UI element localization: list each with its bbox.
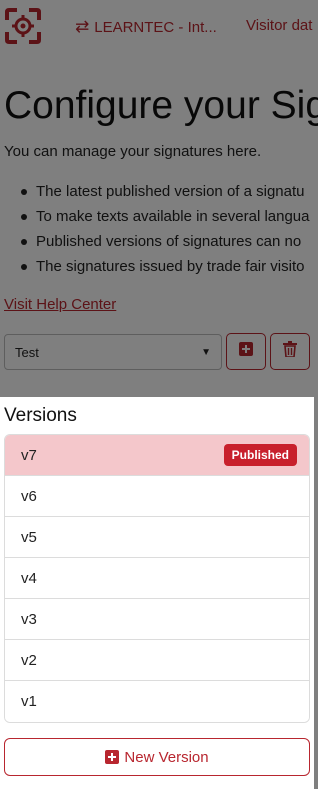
new-version-label: New Version (124, 748, 209, 766)
version-label: v6 (21, 487, 37, 505)
new-version-button[interactable]: New Version (4, 738, 310, 776)
version-label: v7 (21, 446, 37, 464)
version-row-v1[interactable]: v1 (5, 681, 309, 722)
version-label: v4 (21, 569, 37, 587)
version-label: v3 (21, 610, 37, 628)
version-row-v2[interactable]: v2 (5, 640, 309, 681)
version-row-v6[interactable]: v6 (5, 476, 309, 517)
version-label: v2 (21, 651, 37, 669)
version-label: v1 (21, 693, 37, 710)
version-label: v5 (21, 528, 37, 546)
version-row-v3[interactable]: v3 (5, 599, 309, 640)
version-row-v5[interactable]: v5 (5, 517, 309, 558)
versions-title: Versions (4, 405, 77, 426)
published-badge: Published (223, 444, 297, 466)
versions-panel: Versions v7 Published v6 v5 v4 v3 v2 v1 (0, 397, 314, 789)
version-row-v4[interactable]: v4 (5, 558, 309, 599)
plus-square-icon (105, 750, 120, 764)
version-row-v7[interactable]: v7 Published (5, 435, 309, 476)
versions-list: v7 Published v6 v5 v4 v3 v2 v1 (4, 434, 310, 723)
